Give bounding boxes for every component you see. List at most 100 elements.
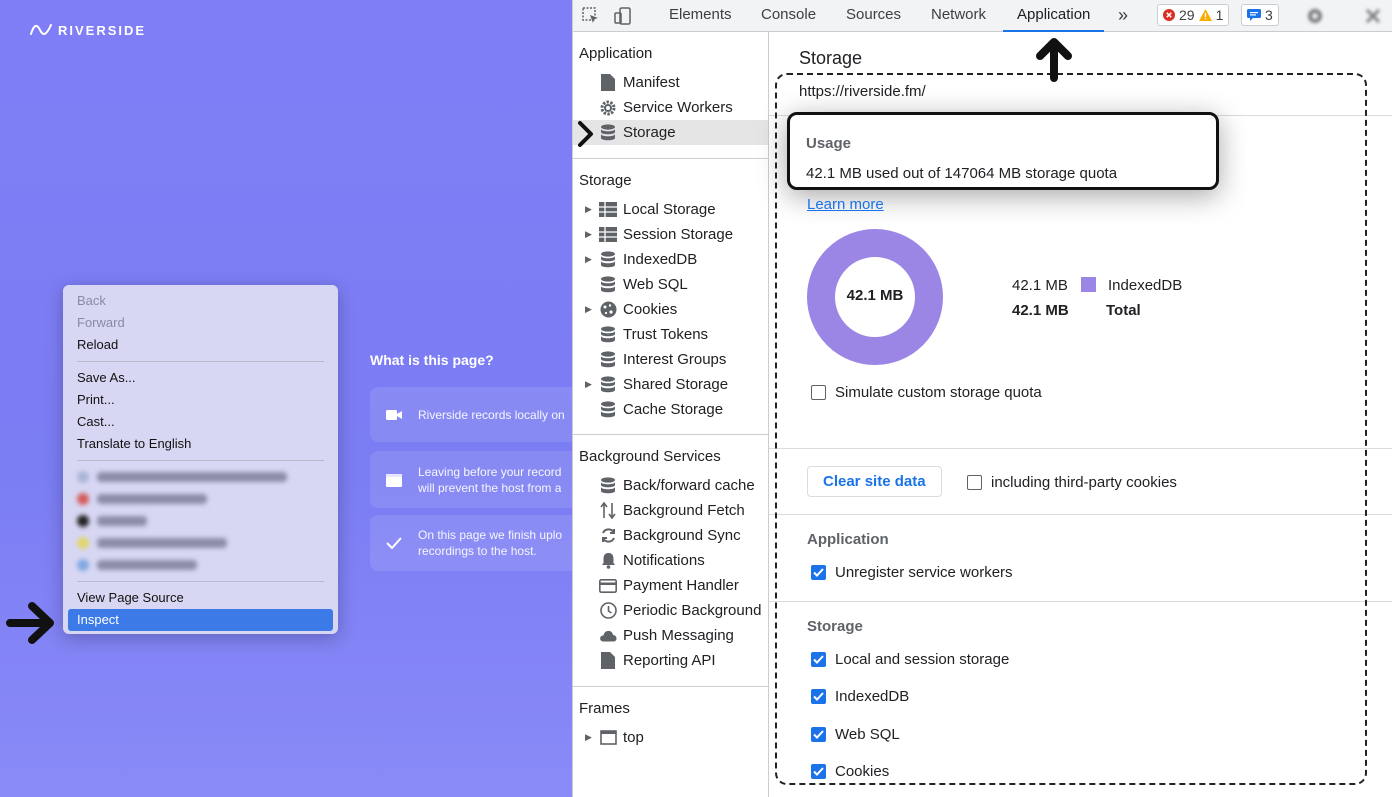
unregister-sw-checkbox[interactable]: Unregister service workers — [811, 564, 1013, 581]
checkbox-checked[interactable] — [811, 652, 826, 667]
tab-elements[interactable]: Elements — [669, 0, 732, 32]
warning-count: 1 — [1215, 7, 1224, 23]
menu-item-inspect[interactable]: Inspect — [68, 609, 333, 631]
blurred-extension-item[interactable] — [77, 488, 338, 510]
clear-indexeddb-checkbox[interactable]: IndexedDB — [811, 688, 909, 705]
sidebar-separator — [573, 434, 768, 435]
tab-application[interactable]: Application — [1003, 0, 1105, 32]
sidebar-item-trust-tokens[interactable]: Trust Tokens — [573, 322, 768, 347]
divider — [769, 601, 1392, 602]
sidebar-item-service-workers[interactable]: Service Workers — [573, 95, 768, 120]
menu-item-print[interactable]: Print... — [63, 389, 338, 411]
menu-item-cast[interactable]: Cast... — [63, 411, 338, 433]
inspect-element-icon[interactable] — [581, 6, 601, 26]
expand-triangle-icon[interactable]: ▶ — [585, 304, 599, 315]
usage-text: 42.1 MB used out of 147064 MB storage qu… — [806, 165, 1118, 182]
error-icon — [1163, 9, 1175, 21]
blurred-extension-item[interactable] — [77, 554, 338, 576]
sidebar-item-back-forward-cache[interactable]: Back/forward cache — [573, 473, 768, 498]
checkbox-checked[interactable] — [811, 726, 826, 742]
settings-gear-icon[interactable] — [1305, 6, 1325, 26]
more-tabs-button[interactable]: » — [1118, 0, 1128, 32]
sidebar-item-label: Trust Tokens — [623, 326, 709, 343]
checkbox-checked[interactable] — [811, 565, 826, 580]
checkbox-label: Web SQL — [835, 725, 900, 743]
menu-separator — [77, 460, 324, 461]
sidebar-item-session-storage[interactable]: ▶ Session Storage — [573, 222, 768, 247]
sidebar-item-interest-groups[interactable]: Interest Groups — [573, 347, 768, 372]
sidebar-item-web-sql[interactable]: Web SQL — [573, 272, 768, 297]
menu-item-translate[interactable]: Translate to English — [63, 433, 338, 455]
expand-triangle-icon[interactable]: ▶ — [585, 204, 599, 215]
sidebar-item-background-fetch[interactable]: Background Fetch — [573, 498, 768, 523]
clear-cookies-checkbox[interactable]: Cookies — [811, 763, 889, 780]
logo-text: RIVERSIDE — [58, 22, 147, 38]
menu-item-forward: Forward — [77, 315, 125, 330]
sidebar-item-frame-top[interactable]: ▶ top — [573, 725, 768, 750]
tab-sources[interactable]: Sources — [846, 0, 901, 32]
checkbox[interactable] — [967, 475, 982, 490]
sidebar-separator — [573, 686, 768, 687]
blurred-extension-item[interactable] — [77, 466, 338, 488]
clear-web-sql-checkbox[interactable]: Web SQL — [811, 726, 900, 743]
sidebar-item-notifications[interactable]: Notifications — [573, 548, 768, 573]
close-devtools-icon[interactable] — [1363, 6, 1383, 26]
sidebar-item-push-messaging[interactable]: Push Messaging — [573, 623, 768, 648]
checkbox-checked[interactable] — [811, 763, 826, 779]
chevron-pointer-icon — [578, 121, 593, 147]
third-party-cookies-checkbox[interactable]: including third-party cookies — [967, 474, 1177, 491]
sidebar-item-reporting-api[interactable]: Reporting API — [573, 648, 768, 673]
menu-item-reload[interactable]: Reload — [63, 334, 338, 356]
sidebar-item-background-sync[interactable]: Background Sync — [573, 523, 768, 548]
menu-separator — [77, 361, 324, 362]
expand-triangle-icon[interactable]: ▶ — [585, 254, 599, 265]
sidebar-item-label: Back/forward cache — [623, 477, 755, 494]
sidebar-item-indexeddb[interactable]: ▶ IndexedDB — [573, 247, 768, 272]
clear-local-session-storage-checkbox[interactable]: Local and session storage — [811, 651, 1009, 668]
blurred-extension-item[interactable] — [77, 510, 338, 532]
menu-separator — [77, 581, 324, 582]
sidebar-item-cache-storage[interactable]: Cache Storage — [573, 397, 768, 422]
legend-label-total: Total — [1106, 302, 1141, 319]
database-icon — [599, 351, 617, 369]
legend-value-indexeddb: 42.1 MB — [1012, 277, 1068, 294]
sidebar-item-label: Web SQL — [623, 276, 688, 293]
sidebar-item-label: Session Storage — [623, 226, 734, 243]
message-icon — [1247, 9, 1261, 21]
blurred-extension-item[interactable] — [77, 532, 338, 554]
messages-counter[interactable]: 3 — [1241, 4, 1279, 26]
checkbox[interactable] — [811, 385, 826, 400]
card-text: On this page we finish uplo — [418, 528, 563, 542]
sidebar-head-background-services: Background Services — [579, 448, 721, 465]
sidebar-item-local-storage[interactable]: ▶ Local Storage — [573, 197, 768, 222]
sidebar-item-periodic-background[interactable]: Periodic Background — [573, 598, 768, 623]
tab-console[interactable]: Console — [761, 0, 816, 32]
sidebar-item-payment-handler[interactable]: Payment Handler — [573, 573, 768, 598]
divider — [769, 514, 1392, 515]
menu-item-view-source[interactable]: View Page Source — [63, 587, 338, 609]
sidebar-item-storage[interactable]: Storage — [573, 120, 768, 145]
sidebar-item-manifest[interactable]: Manifest — [573, 70, 768, 95]
database-icon — [599, 401, 617, 419]
database-icon — [599, 124, 617, 142]
issues-counter[interactable]: 29 1 — [1157, 4, 1230, 26]
device-toolbar-icon[interactable] — [613, 6, 633, 26]
grid-table-icon — [599, 201, 617, 219]
sidebar-item-cookies[interactable]: ▶ Cookies — [573, 297, 768, 322]
sidebar-item-shared-storage[interactable]: ▶ Shared Storage — [573, 372, 768, 397]
card-text-2: recordings to the host. — [418, 544, 537, 558]
sidebar-item-label: Manifest — [623, 74, 680, 91]
learn-more-link[interactable]: Learn more — [807, 196, 884, 213]
checkbox-label: Simulate custom storage quota — [835, 384, 1042, 401]
menu-item-save-as[interactable]: Save As... — [63, 367, 338, 389]
sidebar-separator — [573, 158, 768, 159]
tab-network[interactable]: Network — [931, 0, 986, 32]
checkbox-checked[interactable] — [811, 689, 826, 705]
riverside-logo[interactable]: RIVERSIDE — [30, 22, 146, 38]
simulate-quota-checkbox[interactable]: Simulate custom storage quota — [811, 384, 1042, 401]
message-count: 3 — [1265, 7, 1273, 23]
expand-triangle-icon[interactable]: ▶ — [585, 229, 599, 240]
expand-triangle-icon[interactable]: ▶ — [585, 379, 599, 390]
donut-center-label: 42.1 MB — [846, 287, 904, 304]
clear-site-data-button[interactable]: Clear site data — [807, 466, 942, 497]
